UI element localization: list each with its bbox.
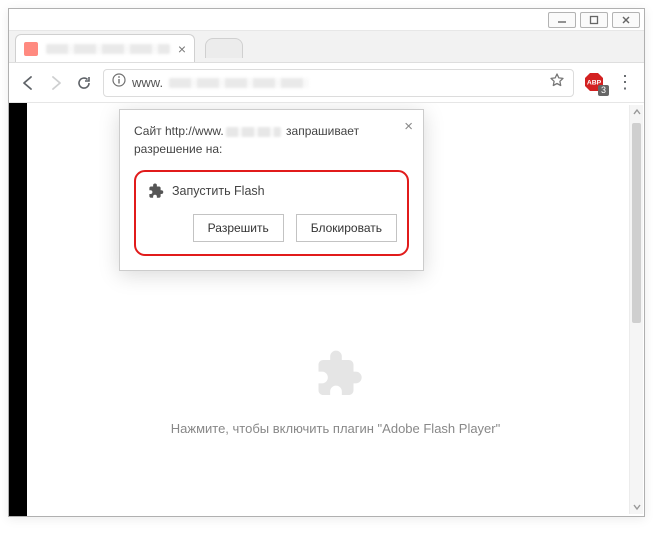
url-text: www. [132,75,163,90]
star-icon [549,72,565,88]
system-titlebar [9,9,644,31]
site-info-icon[interactable] [112,73,126,92]
allow-button[interactable]: Разрешить [193,214,284,242]
maximize-icon [589,15,599,25]
tab-title-redacted [46,44,170,54]
address-bar[interactable]: www. [103,69,574,97]
puzzle-piece-icon [308,346,364,407]
reload-button[interactable] [75,74,93,92]
toolbar: www. ABP 3 ⋮ [9,63,644,103]
popup-message-line2: разрешение на: [134,142,222,156]
scroll-up-button[interactable] [630,105,643,119]
tab-close-button[interactable]: × [178,42,186,56]
popup-message: Сайт http://www. запрашивает разрешение … [134,122,409,158]
reload-icon [76,75,92,91]
popup-message-part1: Сайт http://www. [134,124,224,138]
minimize-icon [557,15,567,25]
content-area: Нажмите, чтобы включить плагин "Adobe Fl… [9,103,644,516]
active-tab[interactable]: × [15,34,195,62]
popup-close-button[interactable]: × [404,118,413,135]
plugin-icon [146,182,164,200]
scroll-down-button[interactable] [630,500,643,514]
maximize-button[interactable] [580,12,608,28]
minimize-button[interactable] [548,12,576,28]
browser-window: × www. ABP 3 ⋮ [8,8,645,517]
chevron-down-icon [633,503,641,511]
permission-popup: × Сайт http://www. запрашивает разрешени… [119,109,424,271]
window-close-button[interactable] [612,12,640,28]
chevron-up-icon [633,108,641,116]
popup-url-redacted [226,127,281,137]
back-button[interactable] [19,74,37,92]
tab-strip: × [9,31,644,63]
new-tab-button[interactable] [205,38,243,58]
abp-extension-button[interactable]: ABP 3 [584,72,606,94]
flash-placeholder-text: Нажмите, чтобы включить плагин "Adobe Fl… [171,421,500,436]
popup-message-part2: запрашивает [283,124,359,138]
abp-badge-count: 3 [598,85,609,96]
scrollbar-thumb[interactable] [632,123,641,323]
browser-menu-button[interactable]: ⋮ [616,79,634,86]
forward-button [47,74,65,92]
bookmark-button[interactable] [549,72,565,93]
close-icon [621,15,631,25]
block-button[interactable]: Блокировать [296,214,397,242]
tab-favicon [24,42,38,56]
url-redacted [169,78,309,88]
permission-item: Запустить Flash [146,182,397,200]
popup-highlight-box: Запустить Flash Разрешить Блокировать [134,170,409,256]
vertical-scrollbar[interactable] [629,105,643,514]
arrow-left-icon [19,74,37,92]
info-icon [112,73,126,87]
page-left-margin [9,103,27,516]
arrow-right-icon [47,74,65,92]
permission-item-label: Запустить Flash [172,184,265,198]
